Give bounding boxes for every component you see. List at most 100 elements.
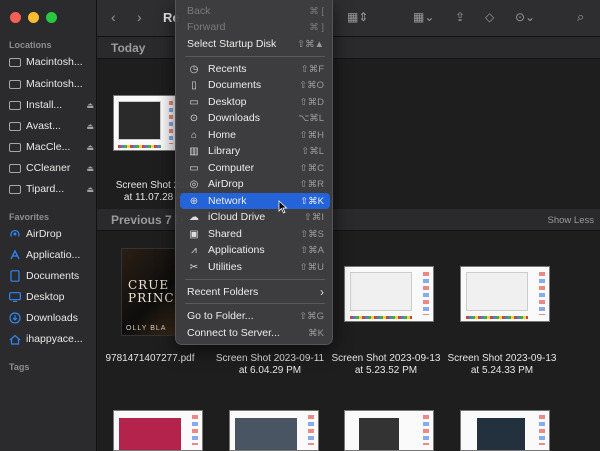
back-arrow-icon[interactable]: ‹ <box>111 9 116 25</box>
menu-item-recent-folders[interactable]: Recent Folders › <box>180 284 330 300</box>
menu-item-library[interactable]: ▥ Library ⇧⌘L <box>180 143 330 159</box>
sidebar-item-ccleaner[interactable]: CCleaner ⏏ <box>8 159 94 177</box>
menu-item-shortcut: ⇧⌘S <box>300 228 324 240</box>
menu-item-airdrop[interactable]: ◎ AirDrop ⇧⌘R <box>180 176 330 192</box>
sidebar-item-label: Macintosh... <box>26 56 83 68</box>
grid-view-icon[interactable]: ▦⇕ <box>347 10 368 24</box>
menu-item-back[interactable]: Back ⌘ [ <box>180 3 330 19</box>
menu-item-home[interactable]: ⌂ Home ⇧⌘H <box>180 127 330 143</box>
computer-icon: ▭ <box>189 162 199 174</box>
sidebar-item-tipard[interactable]: Tipard... ⏏ <box>8 180 94 198</box>
menu-item-desktop[interactable]: ▭ Desktop ⇧⌘D <box>180 94 330 110</box>
sidebar-item-install[interactable]: Install... ⏏ <box>8 96 94 114</box>
file-name-line1: Screen Shot 2023-09-13 <box>447 353 557 364</box>
file-thumbnail[interactable] <box>113 410 203 451</box>
file-name-line2: at 5.23.52 PM <box>354 365 418 376</box>
menu-item-shared[interactable]: ▣ Shared ⇧⌘S <box>180 226 330 242</box>
menu-item-go-to-folder[interactable]: Go to Folder... ⇧⌘G <box>180 308 330 324</box>
sidebar-item-avast[interactable]: Avast... ⏏ <box>8 117 94 135</box>
menu-item-shortcut: ⇧⌘K <box>300 195 324 207</box>
menu-separator <box>185 303 325 304</box>
menu-item-shortcut: ⇧⌘G <box>299 310 324 322</box>
menu-item-shortcut: ⇧⌘R <box>299 178 324 190</box>
eject-icon[interactable]: ⏏ <box>86 164 94 173</box>
drive-icon <box>8 163 21 174</box>
menu-item-utilities[interactable]: ✂ Utilities ⇧⌘U <box>180 259 330 275</box>
sidebar-item-documents[interactable]: Documents <box>8 267 94 285</box>
group-title: Previous 7 D <box>111 213 184 227</box>
sidebar-item-label: Avast... <box>26 120 61 132</box>
book-cover-thumbnail[interactable]: CRUE PRINC OLLY BLA <box>121 248 177 336</box>
menu-item-downloads[interactable]: ⊙ Downloads ⌥⌘L <box>180 110 330 126</box>
sidebar-item-maccleaner[interactable]: MacCle... ⏏ <box>8 138 94 156</box>
sidebar-item-macintosh-1[interactable]: Macintosh... <box>8 53 94 71</box>
file-thumbnail[interactable] <box>113 95 177 151</box>
menu-item-network[interactable]: ⊕ Network ⇧⌘K <box>180 193 330 209</box>
menu-item-connect-to-server[interactable]: Connect to Server... ⌘K <box>180 325 330 341</box>
menu-item-shortcut: ⇧⌘A <box>300 244 324 256</box>
file-thumbnail[interactable] <box>344 410 434 451</box>
group-by-icon[interactable]: ▦⌄ <box>413 10 434 24</box>
eject-icon[interactable]: ⏏ <box>86 185 94 194</box>
desktop-icon <box>8 292 21 303</box>
drive-icon <box>8 121 21 132</box>
file-name-line1: Screen Shot 2023-09-13 <box>331 353 441 364</box>
sidebar: Locations Macintosh... Macintosh... Inst… <box>0 0 97 451</box>
chevron-right-icon: › <box>320 285 324 299</box>
clock-icon: ◷ <box>189 63 199 75</box>
sidebar-item-label: Desktop <box>26 291 65 303</box>
library-icon: ▥ <box>189 145 199 157</box>
menu-item-label: AirDrop <box>208 178 244 190</box>
sidebar-item-macintosh-2[interactable]: Macintosh... <box>8 75 94 93</box>
menu-item-label: Library <box>208 145 241 157</box>
file-name[interactable]: Screen Shot 2023-09-11 at 6.04.29 PM <box>212 353 328 377</box>
eject-icon[interactable]: ⏏ <box>86 101 94 110</box>
file-thumbnail[interactable] <box>460 410 550 451</box>
shared-folder-icon: ▣ <box>189 228 199 240</box>
menu-item-forward[interactable]: Forward ⌘ ] <box>180 19 330 35</box>
menu-item-icloud-drive[interactable]: ☁ iCloud Drive ⇧⌘I <box>180 209 330 225</box>
file-name[interactable]: Screen Shot 2023-09-13 at 5.24.33 PM <box>444 353 560 377</box>
file-thumbnail[interactable] <box>460 266 550 322</box>
file-name-line1: Screen Shot 2023-09-11 <box>215 353 325 364</box>
file-name-line2: at 6.04.29 PM <box>238 365 302 376</box>
tag-icon[interactable]: ◇ <box>485 10 494 24</box>
menu-item-select-startup-disk[interactable]: Select Startup Disk ⇧⌘▲ <box>180 36 330 52</box>
menu-item-label: Utilities <box>208 261 242 273</box>
drive-icon <box>8 100 21 111</box>
menu-item-shortcut: ⌥⌘L <box>298 112 324 124</box>
menu-item-recents[interactable]: ◷ Recents ⇧⌘F <box>180 61 330 77</box>
menu-item-label: iCloud Drive <box>208 211 266 223</box>
sidebar-item-applications[interactable]: Applicatio... <box>8 246 94 264</box>
sidebar-item-downloads[interactable]: Downloads <box>8 309 94 327</box>
zoom-window-button[interactable] <box>46 12 57 23</box>
file-name[interactable]: Screen Shot 2023-09-13 at 5.23.52 PM <box>328 353 444 377</box>
sidebar-item-label: Tipard... <box>26 183 65 195</box>
sidebar-item-airdrop[interactable]: AirDrop <box>8 225 94 243</box>
file-thumbnail[interactable] <box>229 410 319 451</box>
sidebar-item-home[interactable]: ihappyace... <box>8 330 94 348</box>
eject-icon[interactable]: ⏏ <box>86 122 94 131</box>
minimize-window-button[interactable] <box>28 12 39 23</box>
home-icon: ⌂ <box>190 129 198 141</box>
more-actions-icon[interactable]: ⊙⌄ <box>515 10 535 24</box>
file-name[interactable]: 9781471407277.pdf <box>92 353 208 365</box>
menu-item-shortcut: ⌘ [ <box>309 5 324 17</box>
eject-icon[interactable]: ⏏ <box>86 143 94 152</box>
search-icon[interactable]: ⌕ <box>577 9 584 25</box>
menu-item-applications[interactable]: ⩘ Applications ⇧⌘A <box>180 242 330 258</box>
close-window-button[interactable] <box>10 12 21 23</box>
forward-arrow-icon[interactable]: › <box>137 9 142 25</box>
menu-item-label: Go to Folder... <box>187 310 254 322</box>
menu-item-shortcut: ⇧⌘▲ <box>297 38 324 50</box>
menu-item-shortcut: ⇧⌘U <box>299 261 324 273</box>
share-icon[interactable]: ⇪ <box>455 10 465 24</box>
file-thumbnail[interactable] <box>344 266 434 322</box>
menu-item-computer[interactable]: ▭ Computer ⇧⌘C <box>180 160 330 176</box>
menu-item-documents[interactable]: ▯ Documents ⇧⌘O <box>180 77 330 93</box>
window-controls <box>10 12 57 23</box>
sidebar-item-label: Applicatio... <box>26 249 81 261</box>
menu-item-label: Forward <box>187 21 226 33</box>
show-less-button[interactable]: Show Less <box>548 215 594 226</box>
sidebar-item-desktop[interactable]: Desktop <box>8 288 94 306</box>
